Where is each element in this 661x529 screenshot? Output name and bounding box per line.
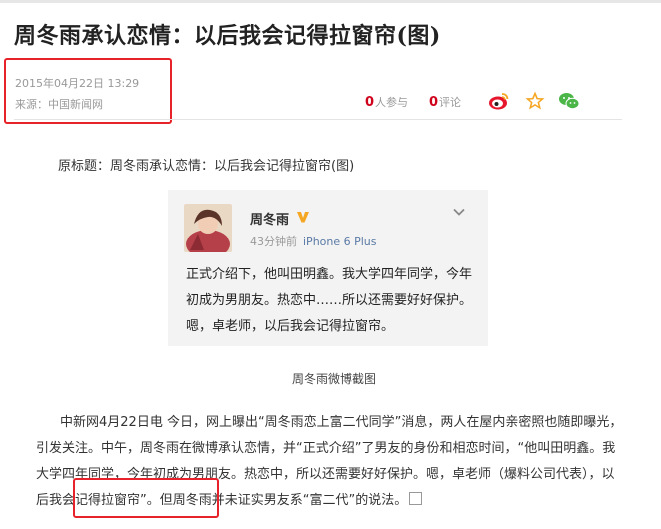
comments-count[interactable]: 0评论 bbox=[429, 94, 461, 110]
image-caption: 周冬雨微博截图 bbox=[292, 372, 377, 386]
weibo-time: 43分钟前 bbox=[250, 235, 297, 248]
quote-highlight-box bbox=[73, 478, 219, 518]
comments-number: 0 bbox=[429, 95, 439, 110]
weibo-username: 周冬雨 bbox=[250, 213, 290, 228]
chevron-down-icon bbox=[452, 204, 466, 218]
participants-count[interactable]: 0人参与 bbox=[365, 94, 408, 110]
wechat-icon[interactable] bbox=[558, 90, 580, 112]
article-title: 周冬雨承认恋情：以后我会记得拉窗帘(图) bbox=[14, 23, 441, 49]
weibo-icon[interactable] bbox=[488, 90, 510, 112]
avatar bbox=[184, 204, 232, 252]
participants-label: 人参与 bbox=[375, 96, 409, 109]
original-title: 原标题：周冬雨承认恋情：以后我会记得拉窗帘(图) bbox=[58, 159, 355, 174]
meta-divider bbox=[14, 119, 622, 120]
article-source: 来源：中国新闻网 bbox=[15, 98, 103, 111]
verified-v-icon bbox=[296, 209, 310, 223]
weibo-screenshot: 周冬雨 43分钟前 iPhone 6 Plus 正式介绍下，他叫田明鑫。我大学四年… bbox=[168, 190, 488, 346]
weibo-text: 正式介绍下，他叫田明鑫。我大学四年同学，今年初成为男朋友。热恋中……所以还需要好… bbox=[186, 267, 473, 334]
publish-date: 2015年04月22日 13:29 bbox=[15, 77, 140, 90]
top-border bbox=[0, 0, 661, 3]
comments-label: 评论 bbox=[439, 96, 462, 109]
meta-highlight-box bbox=[4, 58, 172, 124]
weibo-device: iPhone 6 Plus bbox=[303, 235, 377, 248]
participants-number: 0 bbox=[365, 95, 375, 110]
weibo-meta: 43分钟前 iPhone 6 Plus bbox=[250, 233, 377, 249]
star-icon[interactable] bbox=[524, 90, 546, 112]
end-mark-icon bbox=[409, 492, 423, 505]
